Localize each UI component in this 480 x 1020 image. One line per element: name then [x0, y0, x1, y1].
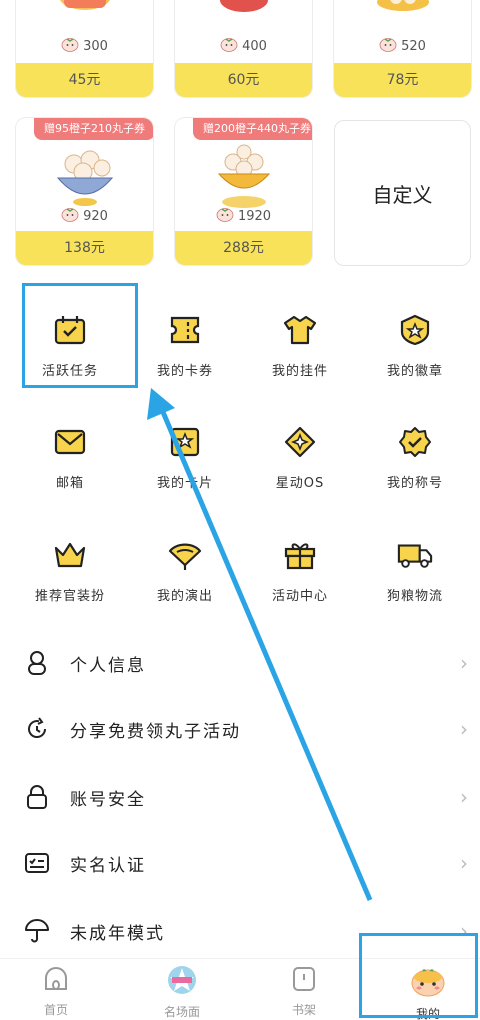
annotation-arrow: [147, 388, 373, 901]
